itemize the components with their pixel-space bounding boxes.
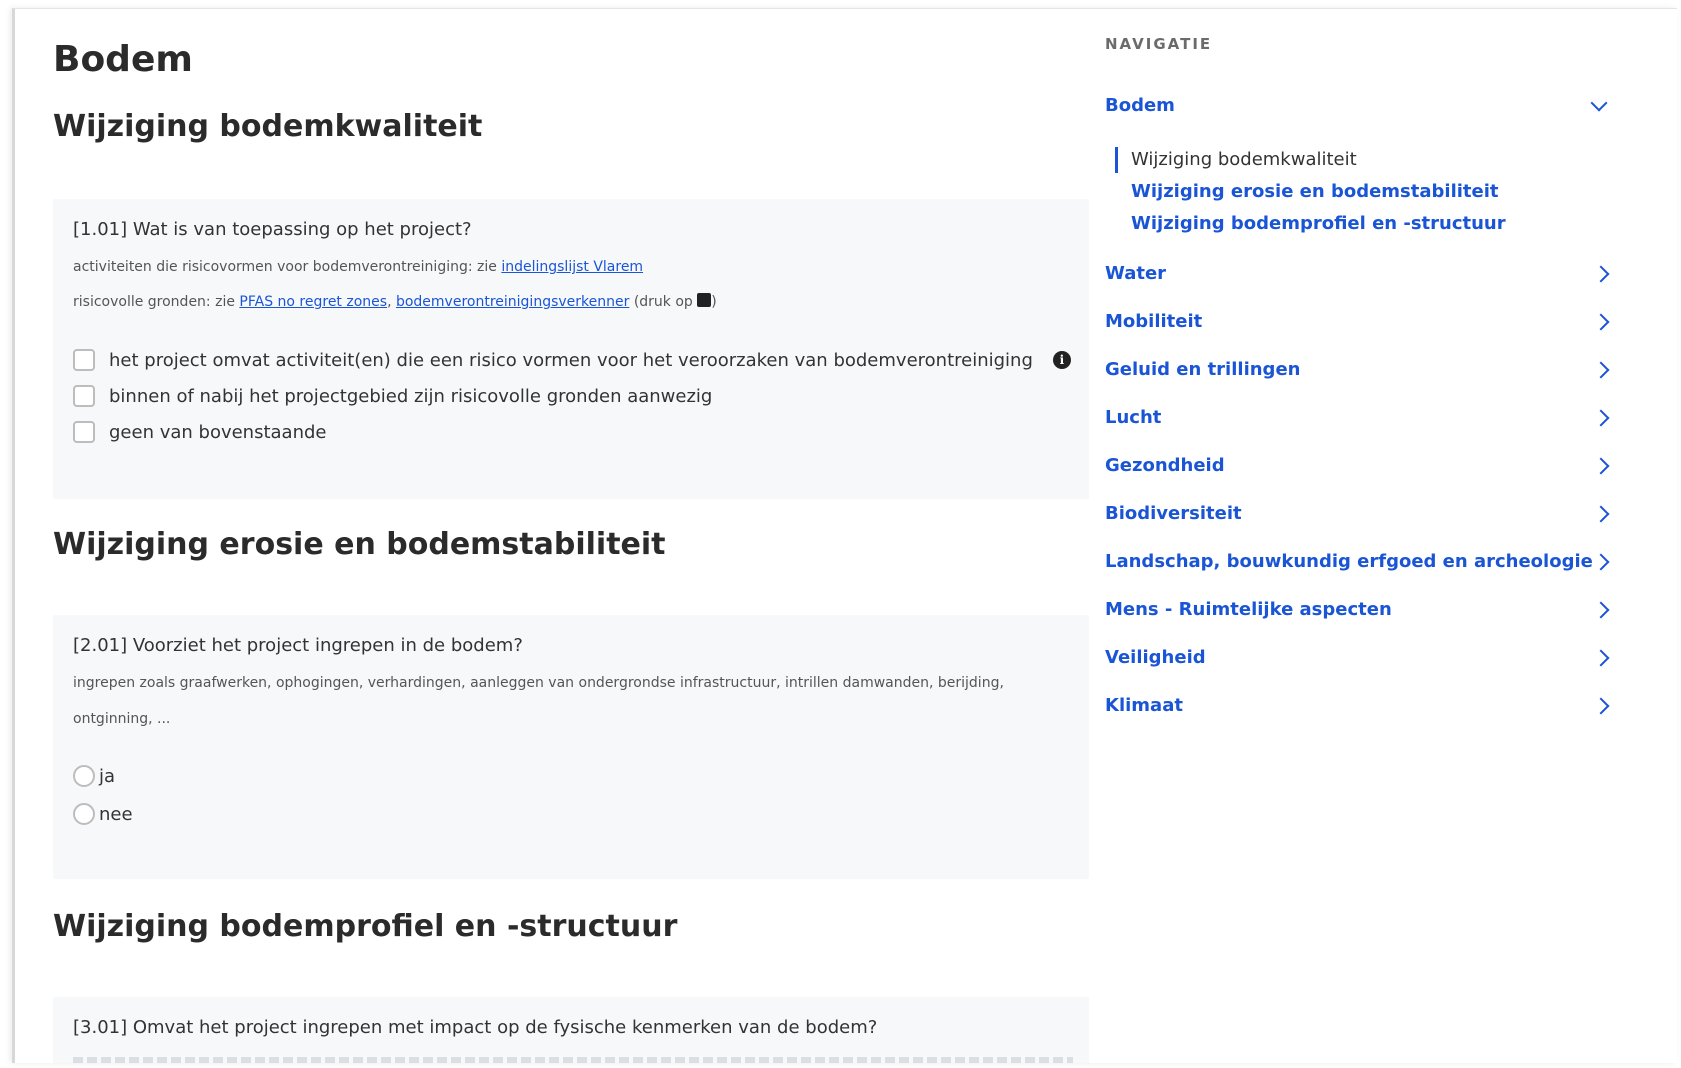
question-card-1-01: [1.01] Wat is van toepassing op het proj… xyxy=(53,199,1089,499)
checkbox[interactable] xyxy=(73,385,95,407)
checkbox[interactable] xyxy=(73,349,95,371)
nav-item-label: Veiligheid xyxy=(1105,647,1206,668)
help-text: risicovolle gronden: zie xyxy=(73,294,235,310)
option-label: binnen of nabij het projectgebied zijn r… xyxy=(109,385,713,407)
page-title: Bodem xyxy=(53,39,193,80)
question-title: [3.01] Omvat het project ingrepen met im… xyxy=(73,1017,878,1038)
option-label: ja xyxy=(99,765,116,787)
nav-item-lucht[interactable]: Lucht xyxy=(1105,407,1615,428)
nav-item-biodiversiteit[interactable]: Biodiversiteit xyxy=(1105,503,1615,524)
nav-item-label: Gezondheid xyxy=(1105,455,1225,476)
nav-item-label: Geluid en trillingen xyxy=(1105,359,1301,380)
chevron-right-icon xyxy=(1592,361,1610,378)
nav-item-label: Mobiliteit xyxy=(1105,311,1203,332)
chevron-right-icon xyxy=(1592,505,1610,522)
chevron-right-icon xyxy=(1592,313,1610,330)
chevron-right-icon xyxy=(1592,409,1610,426)
nav-item-landschap[interactable]: Landschap, bouwkundig erfgoed en archeol… xyxy=(1105,551,1615,572)
question-card-3-01: [3.01] Omvat het project ingrepen met im… xyxy=(53,997,1089,1063)
nav-item-mobiliteit[interactable]: Mobiliteit xyxy=(1105,311,1615,332)
radio-button[interactable] xyxy=(73,803,95,825)
nav-item-klimaat[interactable]: Klimaat xyxy=(1105,695,1615,716)
chevron-right-icon xyxy=(1592,697,1610,714)
nav-subitem-bodemkwaliteit[interactable]: Wijziging bodemkwaliteit xyxy=(1115,147,1357,173)
bodemverontreinigingsverkenner-link[interactable]: bodemverontreinigingsverkenner xyxy=(396,294,629,310)
nav-item-label: Mens - Ruimtelijke aspecten xyxy=(1105,599,1392,620)
separator: , xyxy=(387,294,392,310)
nav-subitem-erosie[interactable]: Wijziging erosie en bodemstabiliteit xyxy=(1115,181,1499,202)
question-help-line: activiteiten die risicovormen voor bodem… xyxy=(73,259,643,275)
nav-item-label: Landschap, bouwkundig erfgoed en archeol… xyxy=(1105,551,1593,572)
main-content: Bodem Wijziging bodemkwaliteit [1.01] Wa… xyxy=(41,9,1091,1063)
help-suffix: (druk op xyxy=(633,294,693,310)
nav-heading: NAVIGATIE xyxy=(1105,35,1213,53)
nav-item-bodem[interactable]: Bodem xyxy=(1105,94,1615,116)
radio-option-ja[interactable]: ja xyxy=(73,765,115,787)
app-window: Bodem Wijziging bodemkwaliteit [1.01] Wa… xyxy=(12,8,1677,1063)
question-help-line: risicovolle gronden: zie PFAS no regret … xyxy=(73,293,717,310)
question-title: [2.01] Voorziet het project ingrepen in … xyxy=(73,635,523,656)
radio-button[interactable] xyxy=(73,765,95,787)
nav-item-geluid[interactable]: Geluid en trillingen xyxy=(1105,359,1615,380)
info-icon[interactable]: i xyxy=(1052,351,1071,369)
section-title-bodemprofiel: Wijziging bodemprofiel en -structuur xyxy=(53,909,678,944)
nav-item-label: Biodiversiteit xyxy=(1105,503,1242,524)
question-title: [1.01] Wat is van toepassing op het proj… xyxy=(73,219,472,240)
nav-item-gezondheid[interactable]: Gezondheid xyxy=(1105,455,1615,476)
navigation-panel: NAVIGATIE Bodem Wijziging bodemkwaliteit… xyxy=(1105,9,1635,1063)
question-card-2-01: [2.01] Voorziet het project ingrepen in … xyxy=(53,615,1089,879)
nav-subitem-bodemprofiel[interactable]: Wijziging bodemprofiel en -structuur xyxy=(1115,213,1506,234)
question-help-line: ontginning, ... xyxy=(73,711,171,727)
option-risky-grounds[interactable]: binnen of nabij het projectgebied zijn r… xyxy=(73,385,712,407)
chevron-right-icon xyxy=(1592,601,1610,618)
nav-item-veiligheid[interactable]: Veiligheid xyxy=(1105,647,1615,668)
chevron-right-icon xyxy=(1592,265,1610,282)
chevron-right-icon xyxy=(1592,649,1610,666)
option-label: het project omvat activiteit(en) die een… xyxy=(109,349,1033,371)
indelingslijst-vlarem-link[interactable]: indelingslijst Vlarem xyxy=(501,259,643,275)
help-end: ) xyxy=(711,294,717,310)
chevron-down-icon[interactable] xyxy=(1590,94,1608,111)
option-risk-activities[interactable]: het project omvat activiteit(en) die een… xyxy=(73,349,1071,371)
nav-item-label: Bodem xyxy=(1105,95,1175,116)
help-text: activiteiten die risicovormen voor bodem… xyxy=(73,259,497,275)
option-none[interactable]: geen van bovenstaande xyxy=(73,421,327,443)
section-title-bodemkwaliteit: Wijziging bodemkwaliteit xyxy=(53,109,483,144)
nav-item-label: Water xyxy=(1105,263,1167,284)
option-label: nee xyxy=(99,803,133,825)
key-icon xyxy=(697,293,712,307)
nav-item-water[interactable]: Water xyxy=(1105,263,1615,284)
option-label: geen van bovenstaande xyxy=(109,421,327,443)
nav-item-label: Lucht xyxy=(1105,407,1162,428)
checkbox[interactable] xyxy=(73,421,95,443)
radio-option-nee[interactable]: nee xyxy=(73,803,133,825)
nav-item-label: Klimaat xyxy=(1105,695,1183,716)
section-title-erosie: Wijziging erosie en bodemstabiliteit xyxy=(53,527,666,562)
chevron-right-icon xyxy=(1592,457,1610,474)
pfas-no-regret-zones-link[interactable]: PFAS no regret zones xyxy=(239,294,387,310)
truncated-help-text xyxy=(73,1057,1073,1063)
nav-item-mens[interactable]: Mens - Ruimtelijke aspecten xyxy=(1105,599,1615,620)
question-help-line: ingrepen zoals graafwerken, ophogingen, … xyxy=(73,675,1004,691)
chevron-right-icon xyxy=(1592,553,1610,570)
